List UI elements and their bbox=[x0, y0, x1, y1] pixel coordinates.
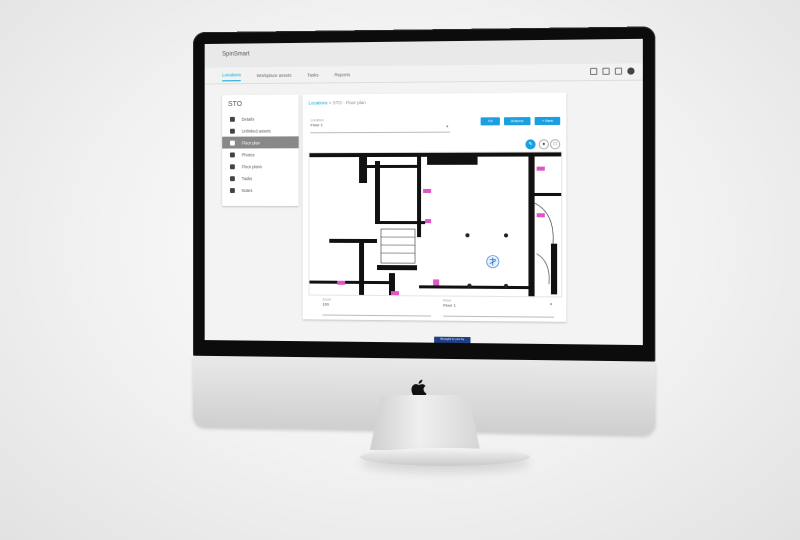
locate-icon[interactable]: ● bbox=[538, 139, 549, 150]
top-icons bbox=[590, 67, 635, 76]
asset-marker-group bbox=[338, 166, 545, 295]
zoom-field-value: 100 bbox=[322, 301, 329, 307]
wall bbox=[550, 243, 558, 295]
column bbox=[503, 283, 509, 288]
list-icon bbox=[229, 116, 235, 122]
tab-tasks[interactable]: Tasks bbox=[307, 69, 318, 80]
floor-plan-card: Locations > STO - Floor plan Location Fl… bbox=[302, 92, 567, 322]
wall bbox=[359, 153, 368, 184]
fullscreen-icon[interactable]: □ bbox=[549, 139, 561, 150]
sidebar-item-unlinked-assets[interactable]: Unlinked assets bbox=[222, 124, 298, 136]
breadcrumb-current: STO - Floor plan bbox=[332, 100, 366, 106]
tab-locations[interactable]: Locations bbox=[222, 69, 241, 82]
desktop-scene: SpinSmart Locations Workplace assets Tas… bbox=[0, 0, 800, 540]
wall bbox=[419, 285, 531, 290]
layers-icon bbox=[229, 163, 235, 169]
monitor-stand bbox=[370, 395, 480, 450]
toolbar: Fit Actions + New bbox=[481, 116, 561, 126]
floor-plan-canvas[interactable] bbox=[308, 151, 563, 298]
actions-button[interactable]: Actions bbox=[503, 117, 531, 126]
sidebar-item-photos[interactable]: Photos bbox=[222, 148, 298, 160]
map-pin-icon bbox=[229, 140, 235, 146]
sidebar-item-label: Floor plans bbox=[241, 163, 262, 169]
asset-marker bbox=[536, 213, 545, 218]
brand-badge: Brought to you by bbox=[434, 336, 471, 346]
column bbox=[465, 233, 470, 238]
floor-select[interactable]: Floor Floor 1 ▾ bbox=[443, 298, 555, 318]
help-icon[interactable] bbox=[614, 67, 623, 75]
screen: SpinSmart Locations Workplace assets Tas… bbox=[204, 38, 643, 346]
location-select-value: Floor 1 bbox=[310, 122, 323, 128]
image-icon bbox=[229, 151, 235, 157]
tab-workplace-assets[interactable]: Workplace assets bbox=[257, 69, 292, 80]
asset-marker bbox=[338, 281, 346, 286]
monitor-bezel: SpinSmart Locations Workplace assets Tas… bbox=[193, 26, 656, 436]
location-select[interactable]: Location Floor 1 ▾ bbox=[310, 117, 451, 134]
stair-outline bbox=[381, 229, 415, 263]
new-button[interactable]: + New bbox=[534, 116, 561, 126]
wall-group bbox=[309, 152, 562, 297]
wall bbox=[417, 156, 422, 238]
stairs bbox=[381, 203, 553, 284]
sidebar-item-floor-plans[interactable]: Floor plans bbox=[222, 160, 298, 172]
tab-bar: Locations Workplace assets Tasks Reports bbox=[204, 63, 643, 85]
wall bbox=[534, 192, 562, 197]
app-title: SpinSmart bbox=[222, 51, 250, 58]
fit-button[interactable]: Fit bbox=[481, 117, 500, 126]
blue-asset-icon bbox=[487, 256, 499, 268]
sidebar-item-notes[interactable]: Notes bbox=[222, 184, 298, 196]
puzzle-icon bbox=[229, 128, 235, 134]
wall bbox=[374, 160, 380, 223]
monitor-foot bbox=[360, 448, 530, 466]
chevron-down-icon: ▾ bbox=[549, 301, 552, 307]
sidebar-item-label: Tasks bbox=[241, 175, 253, 181]
wall bbox=[427, 152, 478, 165]
sidebar-item-label: Details bbox=[241, 116, 255, 122]
wall bbox=[329, 238, 377, 244]
floor-plan-drawing bbox=[309, 152, 562, 297]
note-icon bbox=[229, 187, 235, 193]
tab-reports[interactable]: Reports bbox=[334, 69, 350, 80]
door-arc bbox=[535, 203, 554, 244]
asset-marker bbox=[433, 279, 440, 286]
door-arc bbox=[537, 254, 550, 284]
sidebar-title: STO bbox=[228, 100, 242, 108]
wall bbox=[528, 156, 535, 297]
breadcrumb: Locations > STO - Floor plan bbox=[308, 100, 365, 105]
asset-marker bbox=[536, 166, 545, 171]
sidebar-item-tasks[interactable]: Tasks bbox=[222, 172, 298, 184]
asset-marker bbox=[425, 219, 432, 224]
sidebar: STO Details Unlinked assets Floor plan P… bbox=[222, 94, 299, 206]
breadcrumb-separator: > bbox=[328, 100, 332, 106]
notification-icon[interactable] bbox=[602, 67, 610, 75]
edit-icon[interactable]: ✎ bbox=[525, 139, 536, 150]
floor-select-value: Floor 1 bbox=[443, 302, 456, 308]
stair-steps bbox=[381, 237, 415, 253]
sidebar-item-label: Unlinked assets bbox=[241, 128, 271, 134]
asset-marker bbox=[423, 188, 432, 193]
sidebar-item-label: Photos bbox=[241, 151, 255, 157]
column bbox=[467, 283, 472, 288]
wall bbox=[309, 280, 389, 285]
clipboard-icon bbox=[229, 175, 235, 181]
sidebar-item-label: Floor plan bbox=[241, 139, 260, 146]
asset-marker bbox=[390, 290, 399, 295]
sidebar-item-details[interactable]: Details bbox=[222, 112, 298, 124]
column bbox=[503, 233, 509, 238]
sidebar-item-floor-plan[interactable]: Floor plan bbox=[222, 136, 299, 149]
zoom-field[interactable]: Zoom 100 bbox=[322, 297, 432, 317]
sidebar-item-label: Notes bbox=[241, 187, 253, 193]
wall bbox=[359, 239, 365, 296]
bottom-fields: Zoom 100 Floor Floor 1 ▾ bbox=[322, 297, 555, 318]
chevron-down-icon: ▾ bbox=[446, 123, 449, 129]
wall bbox=[376, 265, 418, 271]
breadcrumb-root[interactable]: Locations bbox=[308, 100, 327, 105]
wall bbox=[367, 164, 418, 169]
avatar[interactable] bbox=[627, 67, 635, 75]
settings-icon[interactable] bbox=[590, 67, 598, 76]
